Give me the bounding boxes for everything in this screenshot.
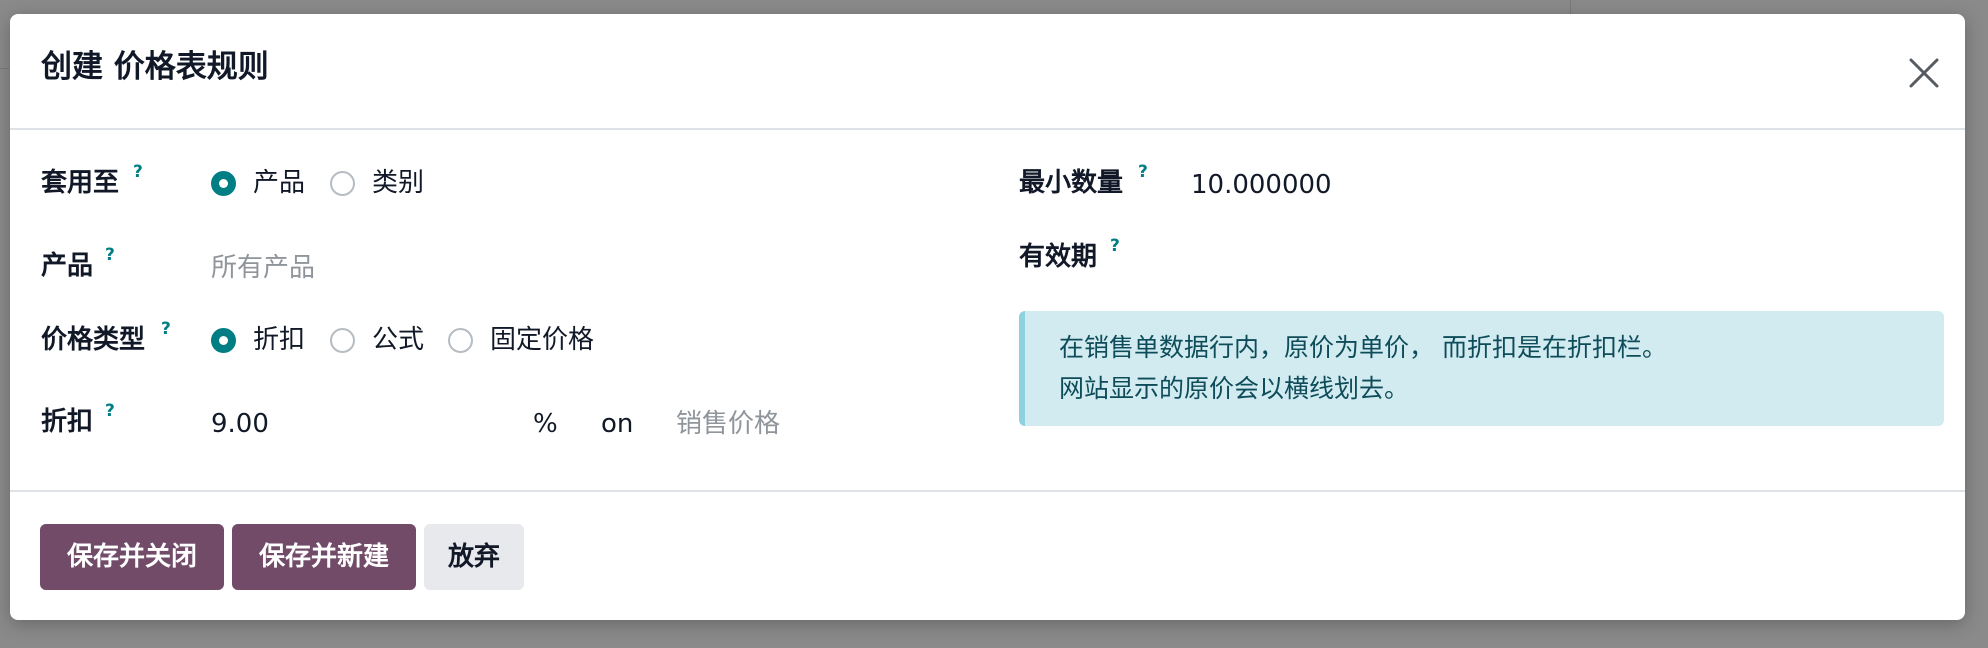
discount-percent-unit: % — [533, 409, 558, 439]
info-line-1: 在销售单数据行内，原价为单价， 而折扣是在折扣栏。 — [1059, 333, 1667, 362]
info-alert: 在销售单数据行内，原价为单价， 而折扣是在折扣栏。 网站显示的原价会以横线划去。 — [1019, 311, 1944, 426]
validity-help-icon[interactable]: ? — [1110, 238, 1120, 255]
product-help-icon[interactable]: ? — [105, 247, 115, 264]
price-type-formula-label[interactable]: 公式 — [372, 327, 424, 353]
price-type-fixed-label[interactable]: 固定价格 — [490, 327, 594, 353]
product-label: 产品 — [41, 251, 94, 281]
discard-button[interactable]: 放弃 — [424, 524, 524, 590]
pricelist-rule-dialog: 创建 价格表规则 套用至 ? 产品 类别 产品 ? 所有产品 价格类型 ? 折扣… — [10, 14, 1965, 620]
apply-on-help-icon[interactable]: ? — [133, 164, 143, 181]
price-type-formula-radio[interactable] — [330, 328, 355, 353]
save-close-button[interactable]: 保存并关闭 — [40, 524, 224, 590]
apply-on-category-radio[interactable] — [330, 171, 355, 196]
validity-label: 有效期 — [1019, 242, 1098, 272]
discount-input[interactable]: 9.00 — [211, 411, 269, 437]
price-type-label: 价格类型 — [41, 325, 146, 355]
min-quantity-input[interactable]: 10.000000 — [1191, 172, 1332, 198]
dialog-title: 创建 价格表规则 — [41, 49, 269, 85]
product-input[interactable]: 所有产品 — [211, 255, 315, 281]
dialog-footer: 保存并关闭 保存并新建 放弃 — [10, 490, 1965, 620]
info-line-2: 网站显示的原价会以横线划去。 — [1059, 374, 1410, 403]
apply-on-product-radio[interactable] — [211, 171, 236, 196]
min-quantity-help-icon[interactable]: ? — [1138, 164, 1148, 181]
close-icon — [1909, 58, 1939, 88]
close-button[interactable] — [1905, 54, 1943, 92]
discount-on-text: on — [601, 409, 634, 439]
apply-on-product-label[interactable]: 产品 — [253, 170, 305, 196]
discount-label: 折扣 — [41, 407, 94, 437]
min-quantity-label: 最小数量 — [1019, 168, 1124, 198]
price-type-discount-label[interactable]: 折扣 — [253, 327, 305, 353]
background-divider — [0, 68, 9, 69]
apply-on-category-label[interactable]: 类别 — [372, 170, 424, 196]
discount-help-icon[interactable]: ? — [105, 403, 115, 420]
background-divider-vertical — [1570, 0, 1571, 14]
save-new-button[interactable]: 保存并新建 — [232, 524, 416, 590]
apply-on-label: 套用至 — [41, 168, 120, 198]
price-type-discount-radio[interactable] — [211, 328, 236, 353]
price-type-help-icon[interactable]: ? — [161, 321, 171, 338]
discount-base-select[interactable]: 销售价格 — [676, 411, 780, 437]
dialog-header: 创建 价格表规则 — [10, 14, 1965, 130]
price-type-fixed-radio[interactable] — [448, 328, 473, 353]
